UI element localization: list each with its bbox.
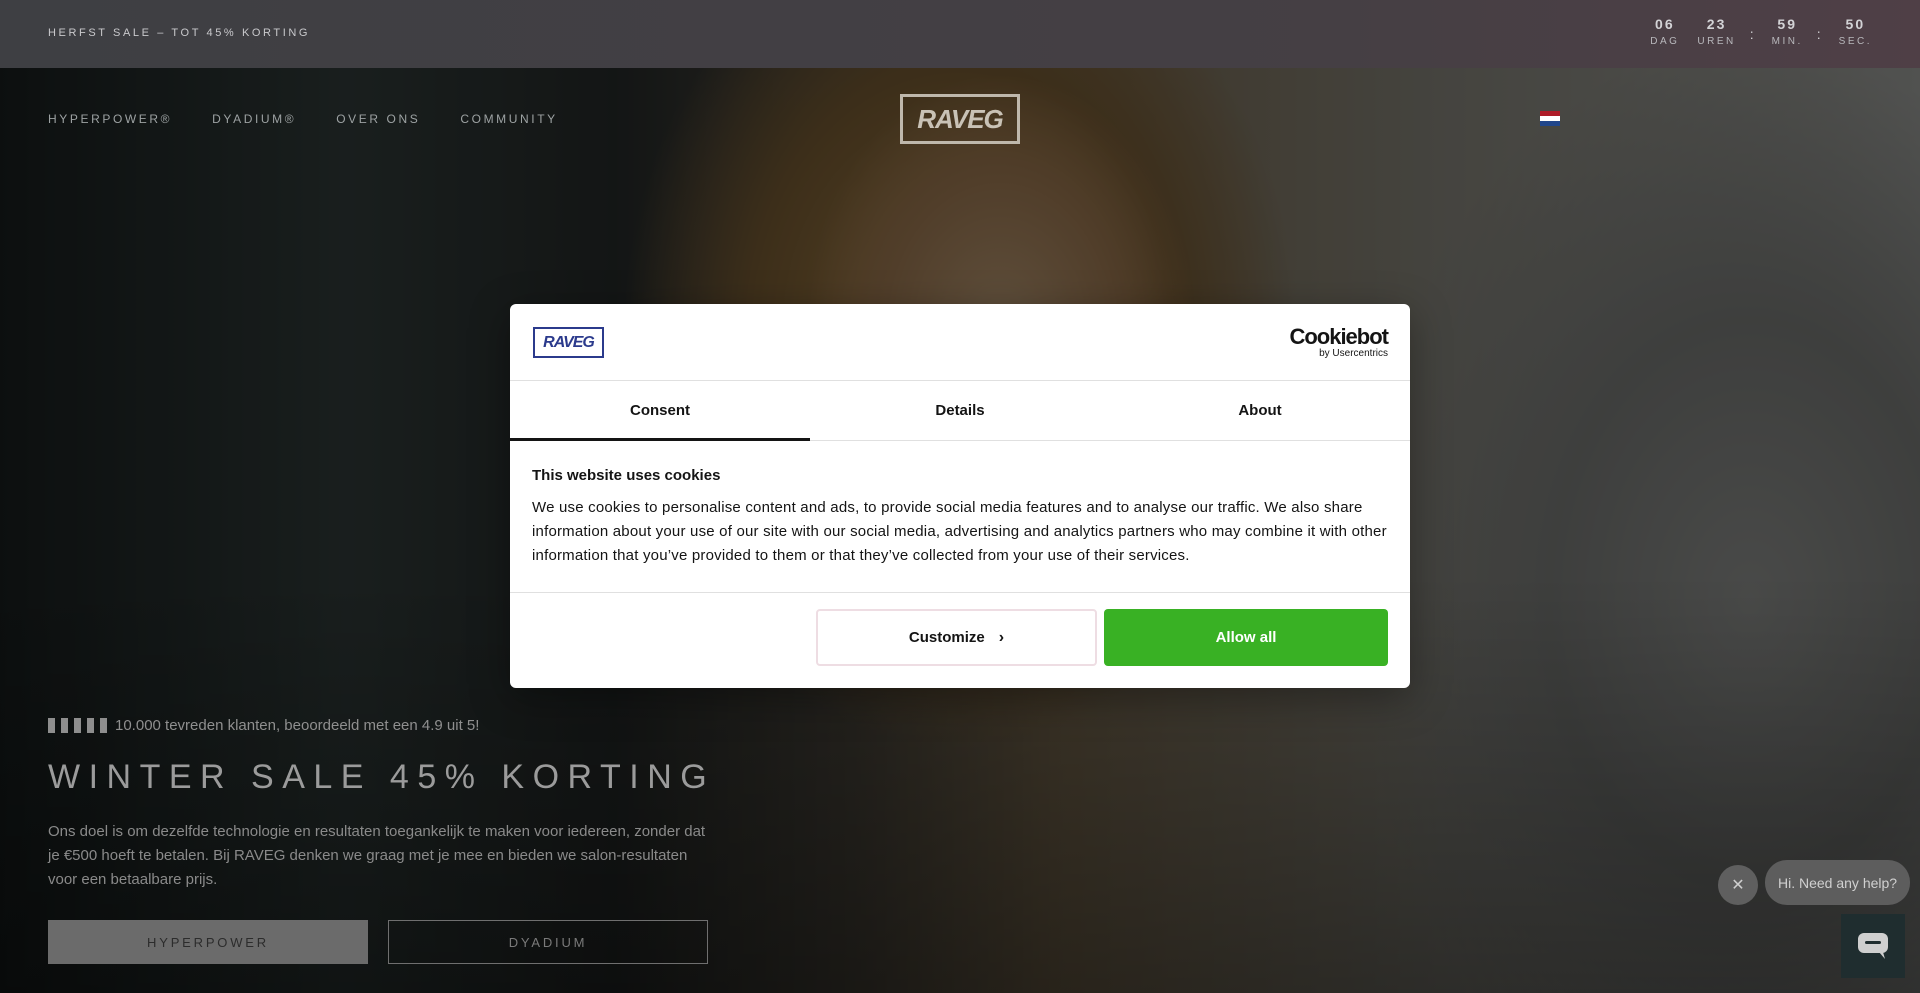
countdown-seconds: 50 SEC.	[1839, 16, 1872, 47]
cookiebot-subtitle: by Usercentrics	[1319, 348, 1388, 359]
chat-icon	[1858, 933, 1888, 959]
dialog-heading: This website uses cookies	[532, 467, 721, 484]
countdown-value: 23	[1706, 16, 1727, 32]
main-nav: HYPERPOWER® DYADIUM® OVER ONS COMMUNITY	[48, 112, 598, 126]
countdown-value: 50	[1845, 16, 1866, 32]
nav-item-hyperpower[interactable]: HYPERPOWER®	[48, 112, 172, 126]
star-icon	[61, 718, 68, 733]
countdown-label: UREN	[1697, 36, 1736, 47]
chat-bubble[interactable]: Hi. Need any help?	[1765, 860, 1911, 905]
cookie-consent-dialog: RAVEG Cookiebot by Usercentrics Consent …	[510, 304, 1410, 688]
countdown-separator: :	[1749, 26, 1754, 42]
hyperpower-button[interactable]: HYPERPOWER	[48, 920, 368, 964]
customize-label: Customize	[908, 629, 985, 646]
chat-launcher-button[interactable]	[1841, 914, 1905, 978]
dialog-logo: RAVEG	[533, 327, 604, 358]
dialog-text: We use cookies to personalise content an…	[532, 499, 1387, 564]
star-icon	[74, 718, 81, 733]
countdown-separator: :	[1816, 26, 1821, 42]
countdown-hours: 23 UREN	[1697, 16, 1735, 47]
allow-all-button[interactable]: Allow all	[1104, 609, 1388, 666]
cookiebot-name: Cookiebot	[1289, 324, 1389, 349]
hero-title: WINTER SALE 45% KORTING	[48, 758, 716, 796]
tab-about[interactable]: About	[1110, 381, 1410, 440]
tab-details[interactable]: Details	[810, 381, 1110, 440]
countdown-label: SEC.	[1838, 36, 1872, 47]
dyadium-button[interactable]: DYADIUM	[388, 920, 708, 964]
dialog-header: RAVEG Cookiebot by Usercentrics	[510, 304, 1410, 381]
customize-button[interactable]: Customize ›	[816, 609, 1097, 666]
nav-item-dyadium[interactable]: DYADIUM®	[212, 112, 296, 126]
cookiebot-logo[interactable]: Cookiebot by Usercentrics	[1289, 324, 1389, 360]
countdown-value: 06	[1655, 16, 1675, 32]
countdown-value: 59	[1777, 16, 1797, 32]
chat-close-button[interactable]: ✕	[1718, 865, 1758, 905]
countdown-timer: 06 DAG 23 UREN : 59 MIN. : 50 SEC.	[1632, 16, 1872, 47]
countdown-minutes: 59 MIN.	[1772, 16, 1803, 47]
announcement-text: HERFST SALE – TOT 45% KORTING	[48, 27, 311, 39]
dialog-tabs: Consent Details About	[510, 381, 1410, 441]
nav-item-community[interactable]: COMMUNITY	[460, 112, 557, 126]
countdown-label: DAG	[1650, 36, 1680, 47]
countdown-days: 06 DAG	[1650, 16, 1679, 47]
rating-row: 10.000 tevreden klanten, beoordeeld met …	[48, 717, 479, 734]
dialog-footer: Customize › Allow all	[510, 593, 1410, 687]
dialog-body: This website uses cookies We use cookies…	[510, 441, 1410, 593]
site-logo[interactable]: RAVEG	[900, 94, 1020, 144]
star-icon	[87, 718, 94, 733]
hero-description: Ons doel is om dezelfde technologie en r…	[48, 823, 706, 888]
close-icon: ✕	[1731, 877, 1745, 894]
star-icon	[100, 718, 107, 733]
nav-item-over-ons[interactable]: OVER ONS	[336, 112, 420, 126]
countdown-label: MIN.	[1771, 36, 1803, 47]
flag-nl-icon[interactable]	[1540, 111, 1560, 126]
tab-consent[interactable]: Consent	[510, 381, 810, 441]
rating-text: 10.000 tevreden klanten, beoordeeld met …	[115, 717, 480, 734]
announcement-bar: HERFST SALE – TOT 45% KORTING 06 DAG 23 …	[0, 0, 1920, 68]
chevron-right-icon: ›	[998, 628, 1005, 646]
star-icon	[48, 718, 55, 733]
